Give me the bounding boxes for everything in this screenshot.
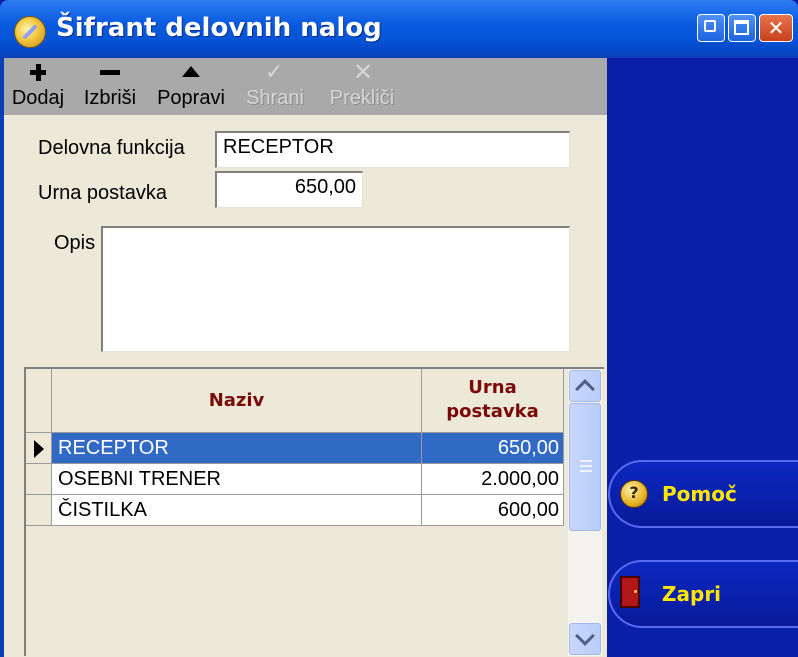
window-title: Šifrant delovnih nalog <box>56 13 382 43</box>
delovna-funkcija-field[interactable]: RECEPTOR <box>215 131 570 168</box>
main-panel: Dodaj Izbriši Popravi ✓ Shrani ✕ Preklič… <box>0 58 607 657</box>
urna-postavka-label: Urna postavka <box>38 182 167 204</box>
app-window: Šifrant delovnih nalog ✕ Dodaj Izbriši P… <box>0 0 798 657</box>
grid-indicator-header <box>26 369 52 433</box>
app-icon <box>14 16 46 48</box>
opis-label: Opis <box>54 232 96 254</box>
edit-button-label: Popravi <box>157 87 225 109</box>
save-button[interactable]: ✓ Shrani <box>236 60 314 112</box>
plus-icon <box>8 60 68 86</box>
row-indicator <box>26 464 52 495</box>
save-button-label: Shrani <box>246 87 304 109</box>
table-row[interactable]: RECEPTOR 650,00 <box>26 433 564 464</box>
maximize-button[interactable] <box>728 14 756 42</box>
row-indicator <box>26 433 52 464</box>
data-grid: Naziv Urna postavka RECEPTOR 650,00 OSEB… <box>24 367 604 656</box>
toolbar: Dodaj Izbriši Popravi ✓ Shrani ✕ Preklič… <box>4 58 607 115</box>
edit-button[interactable]: Popravi <box>148 60 234 112</box>
delovna-funkcija-label: Delovna funkcija <box>38 137 185 159</box>
delete-button-label: Izbriši <box>83 87 137 109</box>
table-row[interactable]: OSEBNI TRENER 2.000,00 <box>26 464 564 495</box>
minimize-button[interactable] <box>697 14 725 42</box>
scroll-down-button[interactable] <box>569 623 601 655</box>
urna-header-line1: Urna <box>468 377 517 398</box>
current-row-pointer-icon <box>34 440 44 458</box>
cell-urna-postavka[interactable]: 2.000,00 <box>422 464 564 495</box>
cell-naziv[interactable]: ČISTILKA <box>52 495 422 526</box>
opis-textarea[interactable] <box>101 226 570 352</box>
close-icon: ✕ <box>767 16 785 40</box>
cell-naziv[interactable]: OSEBNI TRENER <box>52 464 422 495</box>
urna-postavka-field[interactable]: 650,00 <box>215 171 363 208</box>
close-button-label: Zapri <box>662 582 722 606</box>
minus-icon <box>74 60 146 86</box>
cell-naziv[interactable]: RECEPTOR <box>52 433 422 464</box>
column-header-urna-postavka[interactable]: Urna postavka <box>422 369 564 433</box>
urna-header-line2: postavka <box>446 401 539 422</box>
vertical-scrollbar[interactable] <box>568 369 602 656</box>
chevron-up-icon <box>575 379 595 399</box>
chevron-down-icon <box>575 626 595 646</box>
add-button[interactable]: Dodaj <box>8 60 68 112</box>
scroll-thumb[interactable] <box>569 403 601 531</box>
add-button-label: Dodaj <box>11 87 65 109</box>
help-button-label: Pomoč <box>662 482 737 506</box>
column-header-naziv[interactable]: Naziv <box>52 369 422 433</box>
triangle-up-icon <box>148 60 234 86</box>
cell-urna-postavka[interactable]: 650,00 <box>422 433 564 464</box>
close-window-button[interactable]: ✕ <box>759 14 793 42</box>
x-icon: ✕ <box>353 58 374 86</box>
cell-urna-postavka[interactable]: 600,00 <box>422 495 564 526</box>
check-icon: ✓ <box>265 60 284 85</box>
delete-button[interactable]: Izbriši <box>74 60 146 112</box>
help-icon: ? <box>620 480 648 508</box>
cancel-button-label: Prekliči <box>329 87 395 109</box>
cancel-button[interactable]: ✕ Prekliči <box>316 58 408 112</box>
table-row[interactable]: ČISTILKA 600,00 <box>26 495 564 526</box>
scroll-up-button[interactable] <box>569 370 601 402</box>
close-button[interactable]: Zapri <box>608 560 798 628</box>
door-icon <box>620 576 640 608</box>
row-indicator <box>26 495 52 526</box>
title-bar: Šifrant delovnih nalog ✕ <box>0 0 798 58</box>
help-button[interactable]: ? Pomoč <box>608 460 798 528</box>
naziv-header-text: Naziv <box>208 390 265 411</box>
